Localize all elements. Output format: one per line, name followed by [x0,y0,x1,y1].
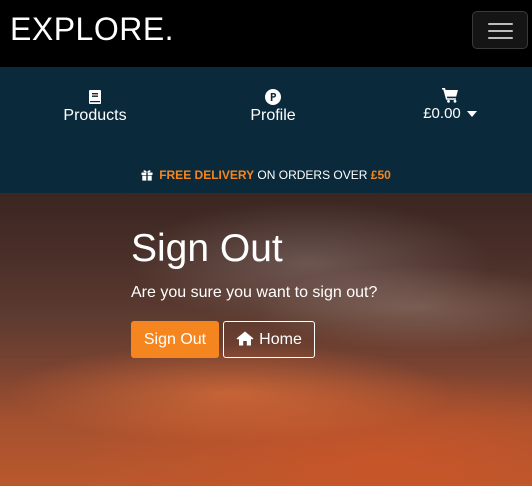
cart-total: £0.00 [423,105,461,122]
promo-text: ON ORDERS OVER [254,168,371,182]
shopping-cart-icon [441,88,458,103]
brand-logo[interactable]: EXPLORE. [10,11,174,48]
nav-products-link[interactable]: Products [60,89,130,125]
home-button-label: Home [259,330,302,348]
page-title: Sign Out [131,227,283,270]
chevron-down-icon [466,111,477,117]
promo-highlight: FREE DELIVERY [159,168,255,182]
home-icon [236,331,254,345]
gift-icon [141,170,153,181]
hero-section: Sign Out Are you sure you want to sign o… [0,193,532,486]
home-button[interactable]: Home [223,321,315,358]
book-icon [89,90,101,104]
menu-toggle-button[interactable] [472,11,528,49]
promo-banner: FREE DELIVERY ON ORDERS OVER £50 [0,168,532,182]
nav-products-label: Products [63,107,127,124]
hamburger-menu-icon-bar [488,30,513,32]
signout-message: Are you sure you want to sign out? [131,284,378,301]
sign-out-button[interactable]: Sign Out [131,321,219,358]
circled-p-icon [265,89,281,105]
promo-amount: £50 [370,168,391,182]
hamburger-menu-icon [488,23,513,25]
hamburger-menu-icon-bar [488,37,513,39]
top-navbar: EXPLORE. [0,0,532,67]
secondary-nav: Products Profile £0.00 FREE DELIVERY ON … [0,67,532,193]
cart-total-wrap: £0.00 [410,105,490,122]
nav-cart-link[interactable]: £0.00 [410,87,490,122]
nav-profile-link[interactable]: Profile [240,89,306,125]
nav-profile-label: Profile [250,107,296,124]
